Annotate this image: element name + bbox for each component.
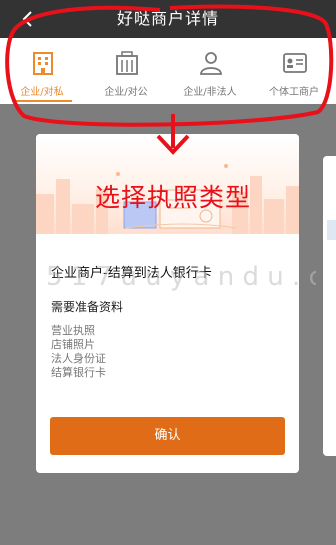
tab-label: 企业/对私 [20, 87, 64, 98]
requirements-title: 需要准备资料 [51, 300, 124, 314]
list-item: 营业执照 [51, 324, 95, 337]
page: 好哒商户详情 企业/对私 企业/对公 企业/非法人 个体工商户 企业商户-结算到… [0, 0, 336, 545]
tab-enterprise-non-legal[interactable]: 企业/非法人 [168, 38, 252, 104]
tab-label: 个体工商户 [269, 87, 319, 98]
page-title: 好哒商户详情 [116, 9, 219, 28]
back-button[interactable] [14, 5, 42, 33]
chevron-left-icon [22, 11, 32, 27]
building-icon [33, 52, 53, 75]
list-item: 店铺照片 [51, 338, 95, 351]
list-item: 法人身份证 [51, 352, 106, 365]
card-title: 企业商户-结算到法人银行卡 [51, 266, 212, 281]
annotation-heading: 选择执照类型 [95, 183, 252, 212]
id-card-icon [283, 53, 307, 73]
nav-bar: 好哒商户详情 [0, 0, 336, 38]
arrow-down-icon [156, 114, 190, 155]
license-type-tabs: 企业/对私 企业/对公 企业/非法人 个体工商户 [0, 38, 336, 104]
next-card-peek[interactable] [323, 156, 336, 456]
card-illustration [327, 220, 336, 240]
tab-individual-business[interactable]: 个体工商户 [252, 38, 336, 104]
office-building-icon [116, 51, 138, 75]
tab-label: 企业/对公 [104, 87, 148, 98]
active-tab-indicator [12, 100, 72, 102]
tab-enterprise-public[interactable]: 企业/对公 [84, 38, 168, 104]
list-item: 结算银行卡 [51, 366, 106, 379]
tab-label: 企业/非法人 [183, 87, 237, 98]
tab-enterprise-private[interactable]: 企业/对私 [0, 38, 84, 104]
requirements-list: 营业执照 店铺照片 法人身份证 结算银行卡 [51, 324, 106, 380]
confirm-button[interactable]: 确认 [50, 417, 285, 455]
person-icon [200, 52, 222, 75]
